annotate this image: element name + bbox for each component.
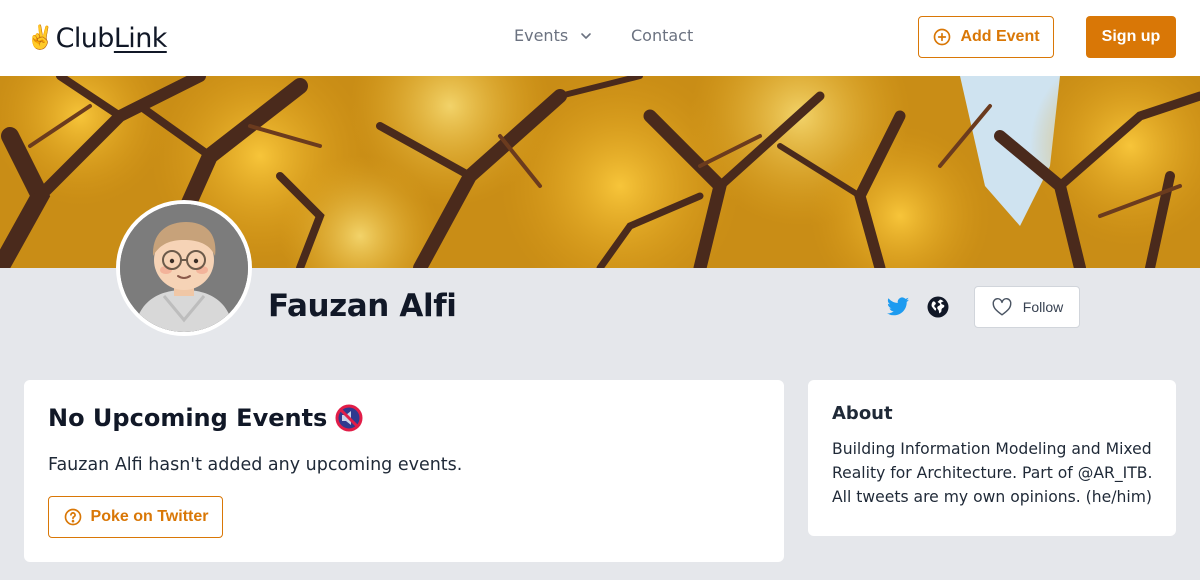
logo-text-club: Club <box>55 22 115 54</box>
victory-hand-emoji: ✌️ <box>26 24 55 51</box>
about-card: About Building Information Modeling and … <box>808 380 1176 536</box>
chevron-down-icon <box>581 32 591 39</box>
logo-text-link: Link <box>113 22 168 54</box>
follow-button[interactable]: Follow <box>974 286 1080 328</box>
question-circle-icon <box>64 508 81 526</box>
upcoming-events-card: No Upcoming Events Fauzan Alfi hasn't ad… <box>24 380 784 562</box>
about-bio: Building Information Modeling and Mixed … <box>832 440 1153 506</box>
top-navbar: ✌️ Club Link Events Contact Add Event Si… <box>0 0 1200 76</box>
events-card-title: No Upcoming Events <box>48 404 363 432</box>
poke-on-twitter-button[interactable]: Poke on Twitter <box>48 496 223 538</box>
events-title-text: No Upcoming Events <box>48 404 328 432</box>
clublink-logo[interactable]: ✌️ Club Link <box>26 20 167 56</box>
plus-circle-icon <box>934 28 951 46</box>
sign-up-button[interactable]: Sign up <box>1086 16 1176 58</box>
add-event-label: Add Event <box>960 28 1040 45</box>
globe-icon[interactable] <box>926 295 950 319</box>
events-menu-label: Events <box>514 26 569 45</box>
events-menu[interactable]: Events <box>514 26 594 45</box>
twitter-icon[interactable] <box>886 295 910 319</box>
poke-label: Poke on Twitter <box>90 508 209 525</box>
profile-avatar <box>116 200 252 336</box>
about-title: About <box>832 403 893 424</box>
heart-icon <box>992 298 1012 316</box>
follow-label: Follow <box>1022 299 1064 315</box>
add-event-button[interactable]: Add Event <box>918 16 1054 58</box>
muted-speaker-icon <box>335 404 363 432</box>
no-events-message: Fauzan Alfi hasn't added any upcoming ev… <box>48 455 463 475</box>
contact-link[interactable]: Contact <box>631 26 693 45</box>
profile-name: Fauzan Alfi <box>268 288 457 324</box>
